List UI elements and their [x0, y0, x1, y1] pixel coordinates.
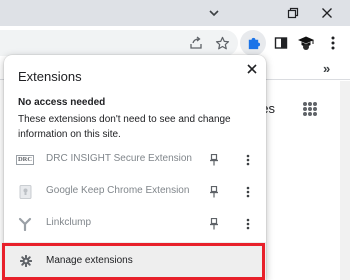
drc-logo-icon: DRC — [15, 155, 35, 165]
page-scrollbar[interactable] — [340, 81, 350, 280]
extension-name: Linkclump — [46, 217, 92, 228]
close-window-button[interactable] — [304, 0, 350, 26]
section-heading: No access needed — [18, 97, 106, 108]
extensions-popup: Extensions No access needed These extens… — [4, 55, 266, 280]
graduation-cap-avatar-icon[interactable] — [293, 30, 319, 56]
manage-extensions-label: Manage extensions — [46, 255, 133, 266]
share-icon[interactable] — [183, 30, 209, 56]
pin-icon[interactable] — [206, 152, 222, 168]
bookmarks-overflow-button[interactable]: » — [323, 61, 330, 76]
extension-name: DRC INSIGHT Secure Extension — [46, 153, 192, 164]
kebab-menu-icon[interactable] — [242, 184, 254, 200]
extension-row-drc-insight[interactable]: DRC DRC INSIGHT Secure Extension — [4, 144, 266, 176]
kebab-menu-icon[interactable] — [242, 216, 254, 232]
manage-extensions-button[interactable]: Manage extensions — [4, 242, 266, 280]
window-titlebar — [0, 0, 350, 26]
apps-grid-icon[interactable] — [303, 102, 317, 116]
side-panel-icon[interactable] — [268, 30, 294, 56]
bookmark-star-icon[interactable] — [209, 30, 235, 56]
extension-name: Google Keep Chrome Extension — [46, 185, 190, 196]
kebab-menu-icon[interactable] — [320, 30, 346, 56]
puzzle-icon[interactable] — [240, 30, 266, 56]
chevron-down-icon[interactable] — [191, 0, 237, 26]
pin-icon[interactable] — [206, 216, 222, 232]
linkclump-icon — [17, 216, 33, 232]
kebab-menu-icon[interactable] — [242, 152, 254, 168]
google-keep-icon — [17, 184, 33, 200]
pin-icon[interactable] — [206, 184, 222, 200]
section-description: These extensions don't need to see and c… — [18, 114, 231, 140]
extension-row-linkclump[interactable]: Linkclump — [4, 208, 266, 240]
popup-title: Extensions — [18, 69, 82, 84]
gear-icon — [18, 253, 34, 269]
extension-row-google-keep[interactable]: Google Keep Chrome Extension — [4, 176, 266, 208]
close-icon[interactable] — [242, 59, 262, 79]
